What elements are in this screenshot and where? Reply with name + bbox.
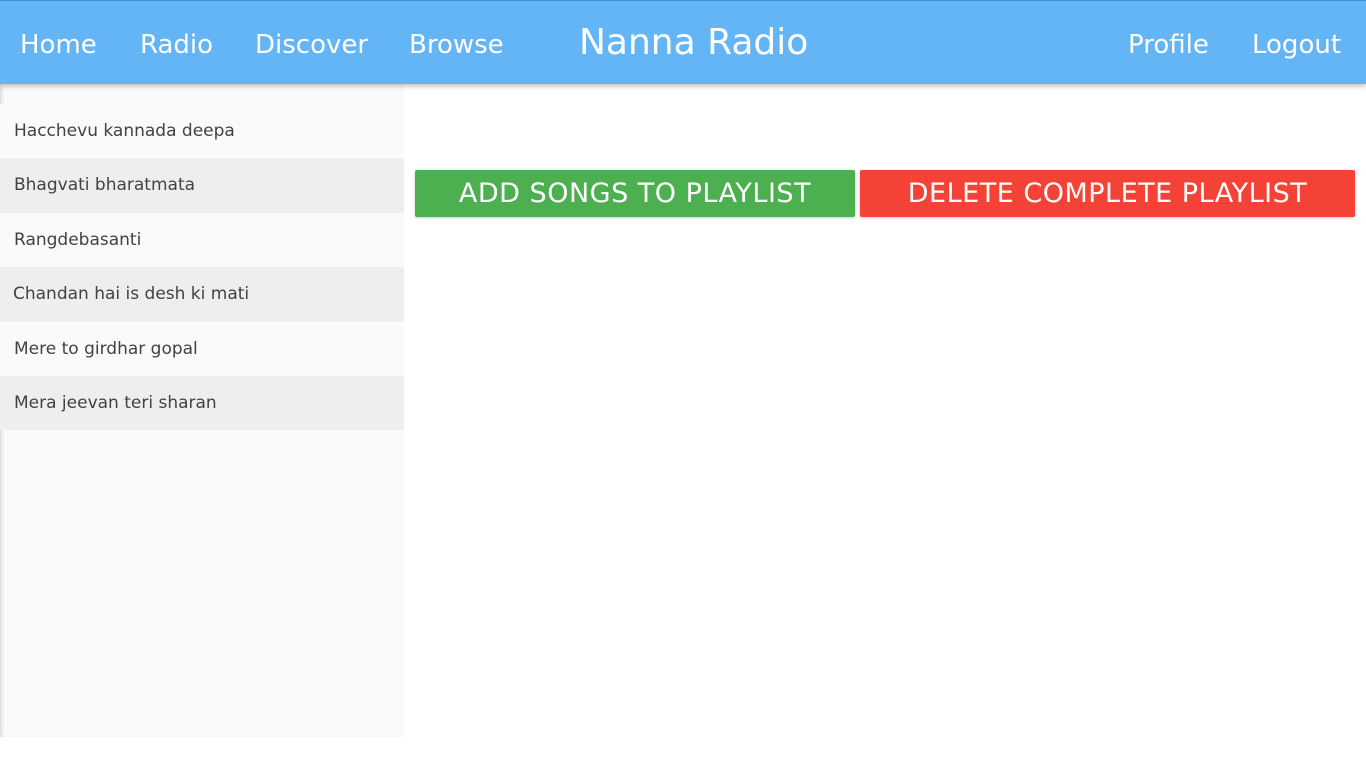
playlist-song-list: Hacchevu kannada deepa Bhagvati bharatma…	[0, 104, 404, 431]
app-title: Nanna Radio	[579, 22, 809, 63]
playlist-song-item[interactable]: Mere to girdhar gopal	[0, 321, 404, 376]
nav-profile-link[interactable]: Profile	[1128, 1, 1209, 85]
playlist-song-item[interactable]: Mera jeevan teri sharan	[0, 375, 404, 431]
nav-browse-link[interactable]: Browse	[409, 1, 504, 85]
nav-radio-link[interactable]: Radio	[140, 1, 213, 85]
playlist-song-item[interactable]: Hacchevu kannada deepa	[0, 104, 404, 159]
top-navbar: Home Radio Discover Browse Nanna Radio P…	[0, 0, 1366, 84]
nav-home-link[interactable]: Home	[20, 1, 97, 85]
playlist-song-item[interactable]: Bhagvati bharatmata	[0, 158, 404, 213]
playlist-song-item[interactable]: Chandan hai is desh ki mati	[0, 267, 404, 322]
add-songs-to-playlist-button[interactable]: ADD SONGS TO PLAYLIST	[415, 170, 855, 217]
playlist-sidebar: Hacchevu kannada deepa Bhagvati bharatma…	[0, 84, 404, 737]
delete-complete-playlist-button[interactable]: DELETE COMPLETE PLAYLIST	[860, 170, 1355, 217]
playlist-song-item[interactable]: Rangdebasanti	[0, 212, 404, 268]
nav-discover-link[interactable]: Discover	[255, 1, 368, 85]
nav-logout-link[interactable]: Logout	[1252, 1, 1341, 85]
